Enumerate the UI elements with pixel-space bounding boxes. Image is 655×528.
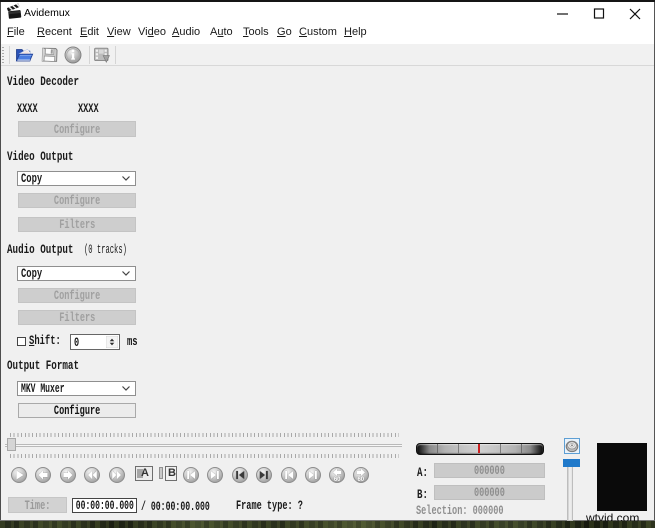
svg-text:60: 60 [334, 477, 341, 482]
svg-text:60: 60 [357, 477, 364, 482]
